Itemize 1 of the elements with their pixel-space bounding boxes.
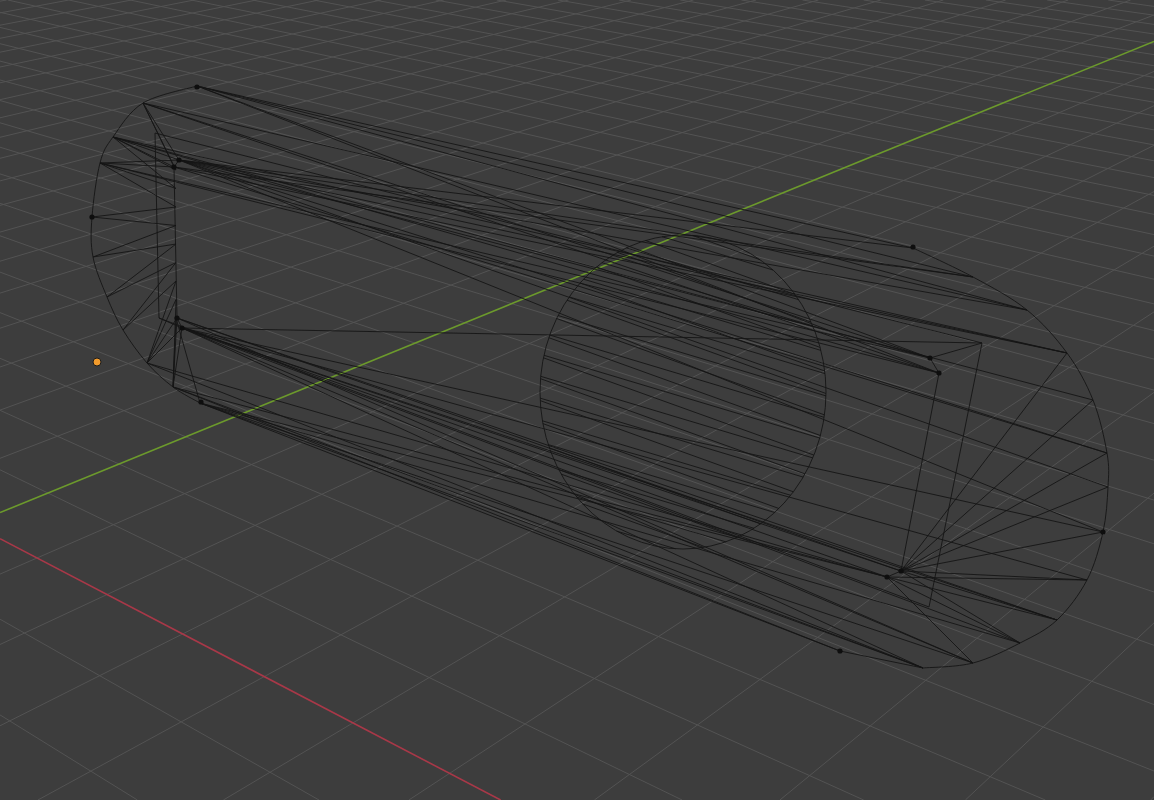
- origin-dot-icon: [92, 357, 102, 367]
